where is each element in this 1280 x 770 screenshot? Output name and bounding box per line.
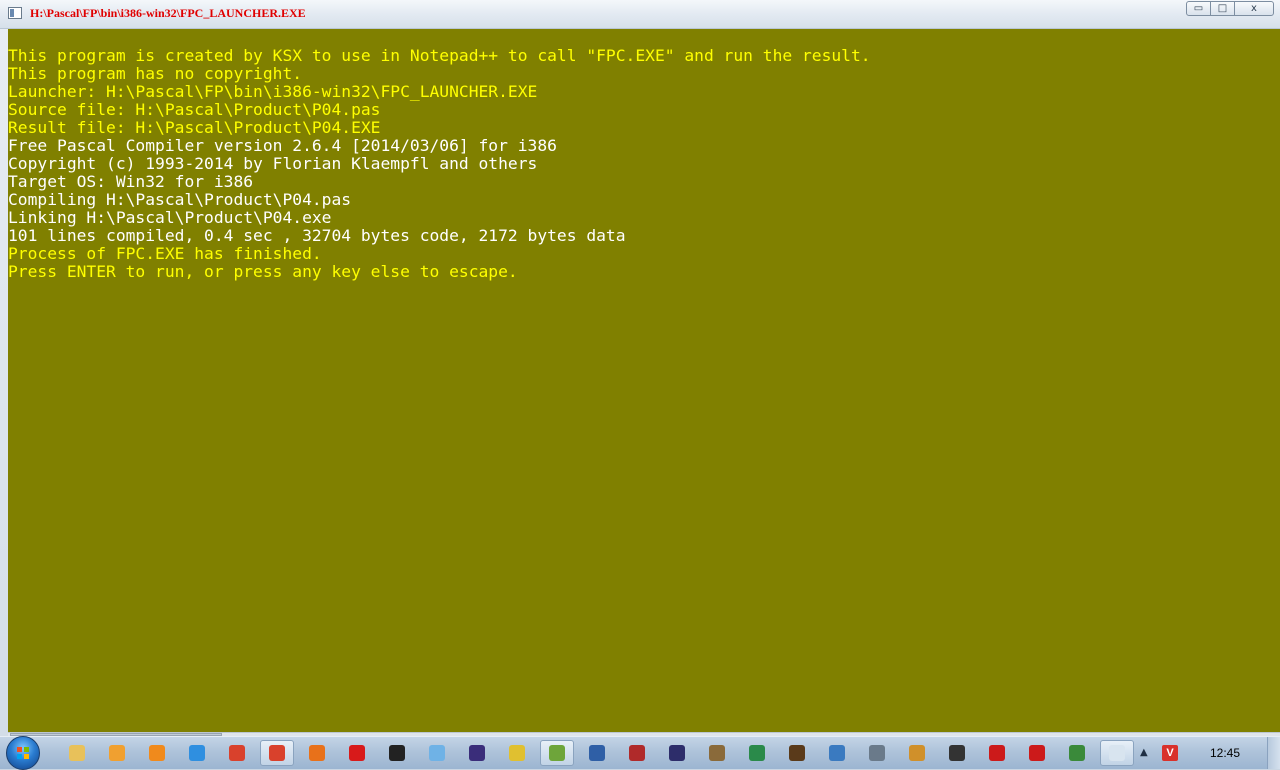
taskbar-button[interactable] [460, 740, 494, 766]
paint-icon [429, 745, 445, 761]
console-line: Target OS: Win32 for i386 [8, 172, 254, 191]
tray-v-icon[interactable]: V [1162, 745, 1178, 761]
game-icon [629, 745, 645, 761]
console-line: Launcher: H:\Pascal\FP\bin\i386-win32\FP… [8, 82, 538, 101]
console-app-icon[interactable] [8, 7, 22, 19]
taskbar-button[interactable] [300, 740, 334, 766]
console-line: Free Pascal Compiler version 2.6.4 [2014… [8, 136, 557, 155]
internet-explorer-icon [189, 745, 205, 761]
eclipse-icon [469, 745, 485, 761]
bone-app-icon [829, 745, 845, 761]
flash-icon [989, 745, 1005, 761]
eclipse-ide-icon [669, 745, 685, 761]
console-line: This program is created by KSX to use in… [8, 46, 871, 65]
taskbar-button[interactable] [180, 740, 214, 766]
taskbar-button[interactable] [340, 740, 374, 766]
clock-app-icon [509, 745, 525, 761]
taskbar-button[interactable] [660, 740, 694, 766]
window-controls: ▭ □ x [1186, 1, 1274, 16]
window-title: H:\Pascal\FP\bin\i386-win32\FPC_LAUNCHER… [30, 6, 306, 20]
calculator-icon [589, 745, 605, 761]
chess-icon [949, 745, 965, 761]
editor-icon [709, 745, 725, 761]
flash-alt-icon [1029, 745, 1045, 761]
file-explorer-icon [69, 745, 85, 761]
taskbar-button[interactable] [1020, 740, 1054, 766]
start-button[interactable] [6, 736, 40, 770]
taskbar-button[interactable] [1060, 740, 1094, 766]
console-line: Result file: H:\Pascal\Product\P04.EXE [8, 118, 381, 137]
taskbar-button[interactable] [500, 740, 534, 766]
taskbar: ▲ V 12:45 [0, 736, 1280, 770]
taskbar-button[interactable] [780, 740, 814, 766]
taskbar-clock[interactable]: 12:45 [1205, 746, 1245, 760]
console-line: Press ENTER to run, or press any key els… [8, 262, 518, 281]
taskbar-button[interactable] [100, 740, 134, 766]
puzzle-icon [909, 745, 925, 761]
taskbar-button[interactable] [260, 740, 294, 766]
taskbar-button[interactable] [380, 740, 414, 766]
opera-icon [349, 745, 365, 761]
console-line: Source file: H:\Pascal\Product\P04.pas [8, 100, 381, 119]
console-line: Compiling H:\Pascal\Product\P04.pas [8, 190, 352, 209]
taskbar-button[interactable] [420, 740, 454, 766]
maximize-button[interactable]: □ [1210, 1, 1235, 16]
grid-app-icon [109, 745, 125, 761]
network-icon [1069, 745, 1085, 761]
tray-expand-icon[interactable]: ▲ [1140, 747, 1148, 758]
console-window-icon [1109, 745, 1125, 761]
taskbar-button[interactable] [740, 740, 774, 766]
console-output: This program is created by KSX to use in… [8, 47, 871, 281]
console-window: H:\Pascal\FP\bin\i386-win32\FPC_LAUNCHER… [0, 0, 1280, 737]
globe-icon [749, 745, 765, 761]
taskbar-button[interactable] [940, 740, 974, 766]
chrome-icon [229, 745, 245, 761]
taskbar-button[interactable] [700, 740, 734, 766]
show-desktop-button[interactable] [1267, 737, 1280, 769]
taskbar-button[interactable] [820, 740, 854, 766]
console-line: Copyright (c) 1993-2014 by Florian Klaem… [8, 154, 538, 173]
taskbar-button[interactable] [860, 740, 894, 766]
taskbar-button[interactable] [220, 740, 254, 766]
firefox-icon [309, 745, 325, 761]
console-line: Linking H:\Pascal\Product\P04.exe [8, 208, 332, 227]
console-line: This program has no copyright. [8, 64, 303, 83]
command-prompt-icon [389, 745, 405, 761]
notepad-icon [549, 745, 565, 761]
title-bar[interactable]: H:\Pascal\FP\bin\i386-win32\FPC_LAUNCHER… [0, 0, 1280, 29]
chrome-active-icon [269, 745, 285, 761]
taskbar-button[interactable] [60, 740, 94, 766]
console-output-area[interactable]: This program is created by KSX to use in… [8, 29, 1280, 732]
console-line: 101 lines compiled, 0.4 sec , 32704 byte… [8, 226, 626, 245]
taskbar-button[interactable] [900, 740, 934, 766]
settings-icon [869, 745, 885, 761]
console-line: Process of FPC.EXE has finished. [8, 244, 322, 263]
castle-icon [789, 745, 805, 761]
close-button[interactable]: x [1234, 1, 1274, 16]
taskbar-button[interactable] [980, 740, 1014, 766]
taskbar-button[interactable] [1100, 740, 1134, 766]
media-player-icon [149, 745, 165, 761]
taskbar-button[interactable] [620, 740, 654, 766]
minimize-button[interactable]: ▭ [1186, 1, 1211, 16]
taskbar-button[interactable] [580, 740, 614, 766]
taskbar-button[interactable] [140, 740, 174, 766]
taskbar-button[interactable] [540, 740, 574, 766]
